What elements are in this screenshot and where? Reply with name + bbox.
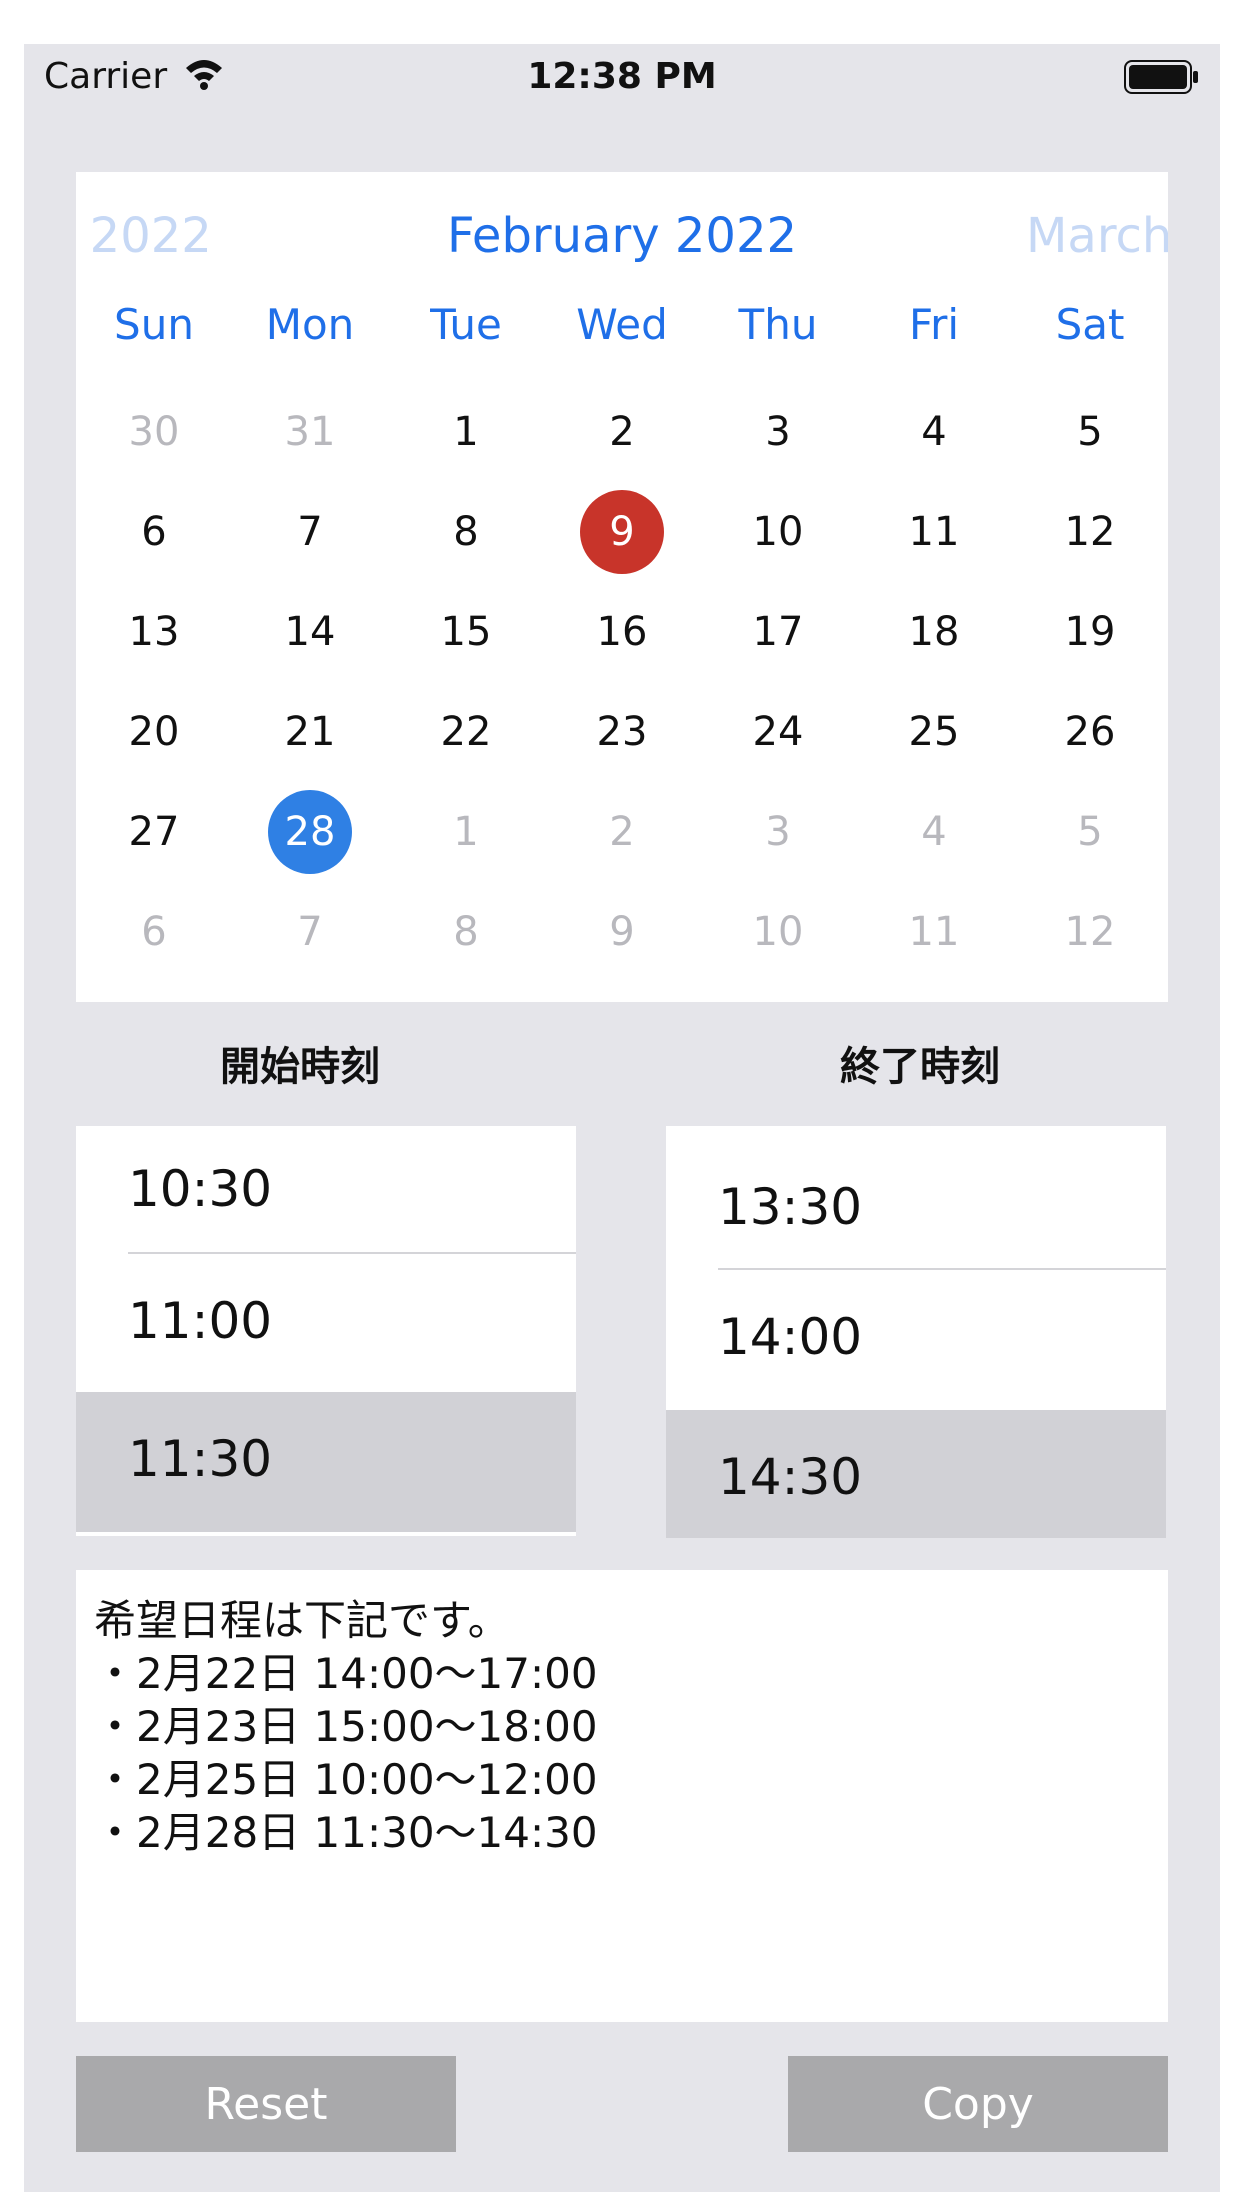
weekday-tue: Tue [430,300,502,349]
calendar-day[interactable]: 12 [1012,890,1168,974]
calendar-day[interactable]: 30 [76,390,232,474]
weekday-sat: Sat [1055,300,1125,349]
calendar-day-today[interactable]: 9 [544,490,700,574]
calendar-day[interactable]: 11 [856,490,1012,574]
weekday-header: Sun Mon Tue Wed Thu Fri Sat [76,300,1168,360]
calendar-day[interactable]: 23 [544,690,700,774]
start-time-picker[interactable]: 10:30 11:00 11:30 [76,1126,576,1536]
calendar-day[interactable]: 1 [388,390,544,474]
calendar-day[interactable]: 11 [856,890,1012,974]
calendar-day[interactable]: 2 [544,390,700,474]
calendar-day[interactable]: 19 [1012,590,1168,674]
calendar-day[interactable]: 4 [856,390,1012,474]
calendar-week: 27 28 1 2 3 4 5 [76,790,1168,874]
calendar-day[interactable]: 6 [76,890,232,974]
weekday-sun: Sun [114,300,194,349]
weekday-fri: Fri [908,300,960,349]
calendar-day[interactable]: 12 [1012,490,1168,574]
calendar-day[interactable]: 15 [388,590,544,674]
start-time-selected-option[interactable]: 11:30 [76,1392,576,1532]
end-time-option[interactable]: 14:00 [666,1270,1166,1410]
calendar: y 2022 February 2022 March Sun Mon Tue W… [76,172,1168,1002]
weekday-wed: Wed [576,300,668,349]
start-time-option[interactable]: 10:30 [76,1126,576,1262]
calendar-day[interactable]: 26 [1012,690,1168,774]
status-time: 12:38 PM [527,56,717,97]
calendar-day[interactable]: 27 [76,790,232,874]
calendar-day[interactable]: 2 [544,790,700,874]
calendar-day[interactable]: 24 [700,690,856,774]
status-bar: Carrier 12:38 PM [24,44,1220,110]
end-time-option[interactable]: 13:30 [666,1140,1166,1280]
calendar-day-selected[interactable]: 28 [232,790,388,874]
start-time-label: 開始時刻 [220,1044,380,1090]
calendar-day[interactable]: 8 [388,490,544,574]
calendar-day[interactable]: 18 [856,590,1012,674]
copy-button[interactable]: Copy [788,2056,1168,2152]
calendar-week: 30 31 1 2 3 4 5 [76,390,1168,474]
calendar-day[interactable]: 5 [1012,390,1168,474]
calendar-day[interactable]: 14 [232,590,388,674]
calendar-day[interactable]: 20 [76,690,232,774]
start-time-option[interactable]: 11:00 [76,1254,576,1394]
reset-button[interactable]: Reset [76,2056,456,2152]
calendar-week: 6 7 8 9 10 11 12 [76,890,1168,974]
calendar-day[interactable]: 3 [700,390,856,474]
calendar-week: 6 7 8 9 10 11 12 [76,490,1168,574]
calendar-day[interactable]: 3 [700,790,856,874]
calendar-week: 13 14 15 16 17 18 19 [76,590,1168,674]
end-time-selected-option[interactable]: 14:30 [666,1410,1166,1538]
calendar-day[interactable]: 6 [76,490,232,574]
calendar-day[interactable]: 7 [232,490,388,574]
weekday-thu: Thu [738,300,818,349]
calendar-day[interactable]: 16 [544,590,700,674]
calendar-day[interactable]: 8 [388,890,544,974]
calendar-day[interactable]: 22 [388,690,544,774]
calendar-day[interactable]: 9 [544,890,700,974]
calendar-day[interactable]: 25 [856,690,1012,774]
calendar-day[interactable]: 7 [232,890,388,974]
calendar-day[interactable]: 10 [700,490,856,574]
schedule-text-area[interactable]: 希望日程は下記です。 ・2月22日 14:00〜17:00 ・2月23日 15:… [76,1570,1168,2022]
calendar-day[interactable]: 1 [388,790,544,874]
calendar-day[interactable]: 4 [856,790,1012,874]
calendar-day[interactable]: 21 [232,690,388,774]
calendar-day[interactable]: 17 [700,590,856,674]
calendar-day[interactable]: 5 [1012,790,1168,874]
end-time-picker[interactable]: 13:30 14:00 14:30 [666,1126,1166,1538]
calendar-day[interactable]: 13 [76,590,232,674]
battery-icon [1124,60,1200,98]
calendar-day[interactable]: 31 [232,390,388,474]
calendar-day[interactable]: 10 [700,890,856,974]
app-screen: Carrier 12:38 PM y 2022 February 2022 Ma… [24,44,1220,2192]
weekday-mon: Mon [265,300,355,349]
next-month-label[interactable]: March [1026,208,1168,264]
calendar-week: 20 21 22 23 24 25 26 [76,690,1168,774]
end-time-label: 終了時刻 [840,1044,1000,1090]
current-month-label: February 2022 [446,208,798,264]
